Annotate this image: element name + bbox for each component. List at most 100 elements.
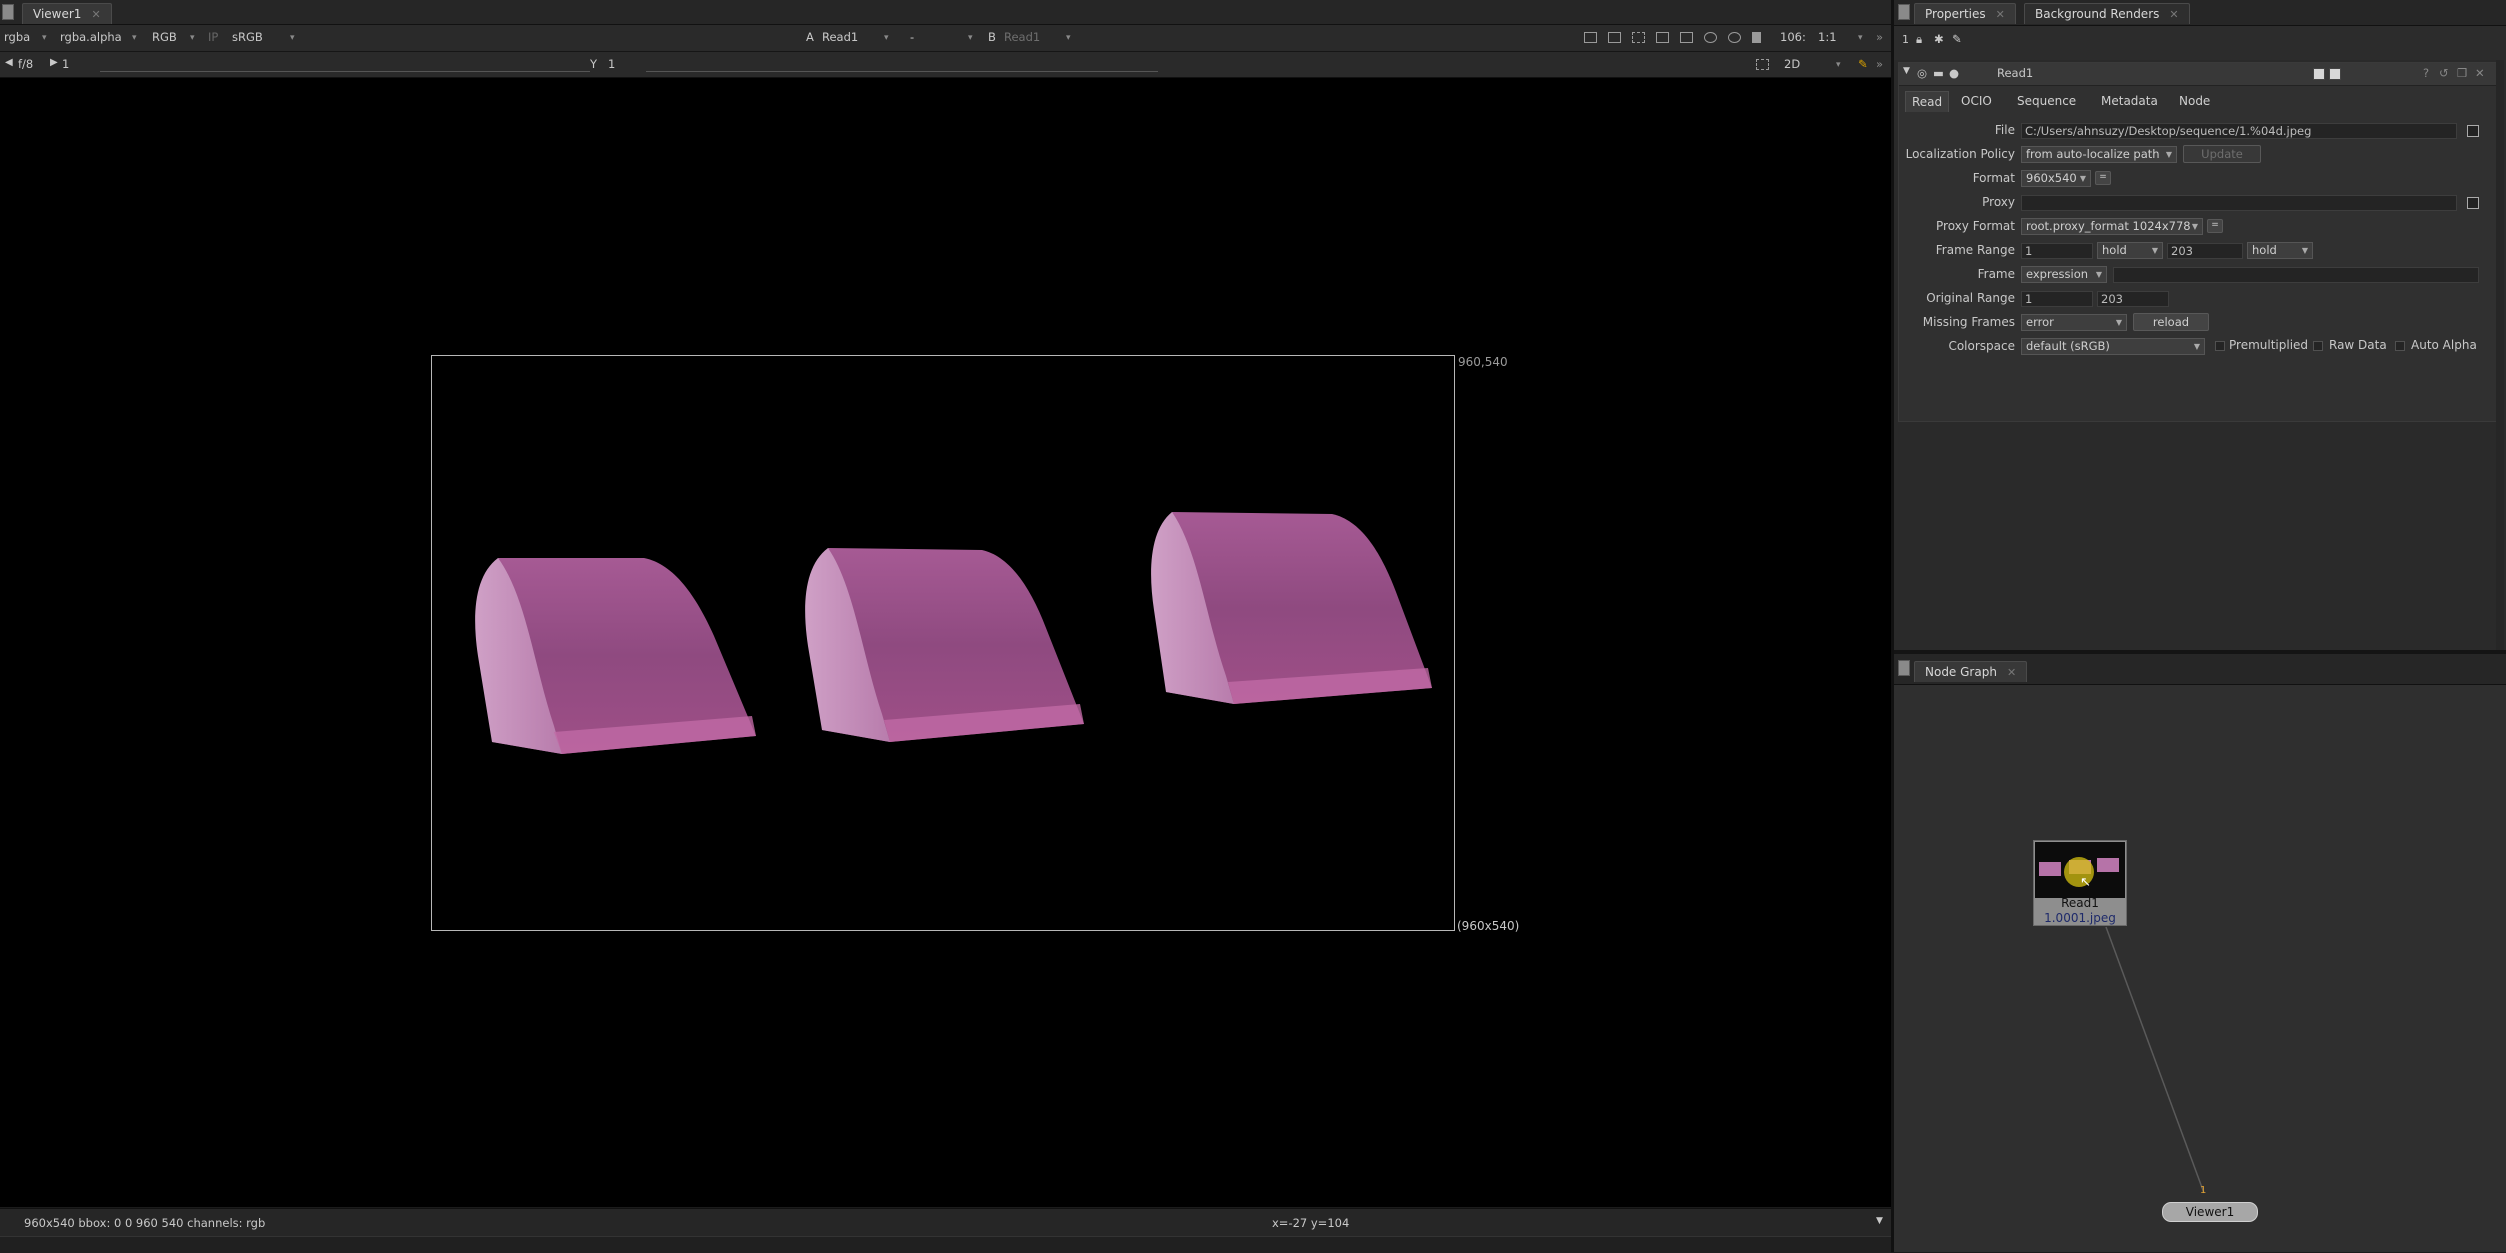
properties-scrollbar[interactable] <box>2496 60 2504 650</box>
update-button[interactable]: Update <box>2183 145 2261 163</box>
zoom-level[interactable]: 106: <box>1780 30 1806 44</box>
window-icon[interactable] <box>2329 68 2341 80</box>
panel-menu-icon[interactable] <box>1898 660 1910 676</box>
channels-select[interactable]: rgba <box>4 30 30 44</box>
proxy-format-select[interactable]: root.proxy_format 1024x778 ▼ <box>2021 218 2203 235</box>
lock-icon[interactable]: 🔒︎ <box>1916 32 1922 47</box>
alpha-channel-select[interactable]: rgba.alpha <box>60 30 122 44</box>
tab-background-renders[interactable]: Background Renders ✕ <box>2024 3 2190 24</box>
chevron-down-icon: ▼ <box>2193 342 2200 351</box>
play-forward-icon[interactable]: ▶ <box>50 57 58 68</box>
expand-icon[interactable]: » <box>1876 57 1883 71</box>
gamma-value[interactable]: 1 <box>608 57 615 71</box>
frame-range-end-field[interactable]: 203 <box>2167 243 2243 259</box>
read1-node[interactable]: Read1 1.0001.jpeg ↖ <box>2033 840 2127 926</box>
panel-menu-icon[interactable] <box>1898 4 1910 20</box>
tab-sequence[interactable]: Sequence <box>2011 91 2082 111</box>
missing-frames-select[interactable]: error ▼ <box>2021 314 2127 331</box>
proxy-format-edit-button[interactable]: = <box>2207 219 2223 233</box>
display-channels-select[interactable]: RGB <box>152 30 177 44</box>
viewer1-node[interactable]: Viewer1 <box>2162 1202 2258 1222</box>
localization-policy-value: from auto-localize path <box>2026 147 2160 161</box>
tab-node-graph[interactable]: Node Graph ✕ <box>1914 661 2028 682</box>
colorspace-select[interactable]: sRGB <box>232 30 263 44</box>
safe-area-icon[interactable] <box>1608 32 1621 43</box>
before-select[interactable]: hold ▼ <box>2097 242 2163 259</box>
frame-mode-value: expression <box>2026 267 2089 281</box>
close-icon[interactable]: ✕ <box>1996 8 2005 21</box>
folder-icon[interactable] <box>2467 125 2479 137</box>
refresh-icon[interactable] <box>1704 32 1717 43</box>
tab-metadata[interactable]: Metadata <box>2095 91 2164 111</box>
frame-mode-select[interactable]: expression ▼ <box>2021 266 2107 283</box>
proxy-format-value: root.proxy_format 1024x778 <box>2026 219 2191 233</box>
close-icon[interactable]: ✕ <box>2169 8 2178 21</box>
expand-icon[interactable]: » <box>1876 30 1883 44</box>
premultiplied-checkbox[interactable] <box>2215 341 2225 351</box>
tab-ocio[interactable]: OCIO <box>1955 91 1998 111</box>
pencil-icon[interactable]: ✎ <box>1952 32 1962 46</box>
premultiplied-label: Premultiplied <box>2229 338 2309 352</box>
help-icon[interactable]: ? <box>2423 66 2429 80</box>
tab-properties-label: Properties <box>1925 7 1986 21</box>
viewer-status-bar: 960x540 bbox: 0 0 960 540 channels: rgb … <box>0 1208 1891 1237</box>
close-icon[interactable]: ✕ <box>2475 66 2485 80</box>
gamma-slider[interactable] <box>646 59 1158 72</box>
read1-properties: ▼ ◎ ▬ ● Read1 ? ↺ ❐ ✕ Read OCIO Sequence… <box>1898 62 2498 422</box>
frame-expression-field[interactable] <box>2113 267 2479 283</box>
original-range-start-field[interactable]: 1 <box>2021 291 2093 307</box>
target-icon[interactable] <box>1728 32 1741 43</box>
after-select[interactable]: hold ▼ <box>2247 242 2313 259</box>
gain-slider[interactable] <box>100 59 590 72</box>
a-input-select[interactable]: Read1 <box>822 30 858 44</box>
pencil-icon[interactable]: ✎ <box>1858 57 1868 71</box>
ip-toggle[interactable]: IP <box>208 30 218 44</box>
format-edit-button[interactable]: = <box>2095 171 2111 185</box>
view-node-icon[interactable]: ◎ <box>1917 66 1927 80</box>
proxy-scale-select[interactable]: 1:1 <box>1818 30 1837 44</box>
color-icon[interactable]: ● <box>1949 66 1959 80</box>
chevron-down-icon[interactable]: ▼ <box>1876 1216 1883 1226</box>
localization-policy-select[interactable]: from auto-localize path ▼ <box>2021 146 2177 163</box>
clipping-icon[interactable] <box>1656 32 1669 43</box>
raw-data-checkbox[interactable] <box>2313 341 2323 351</box>
clear-panels-icon[interactable]: ✱ <box>1934 32 1944 46</box>
raw-data-label: Raw Data <box>2329 338 2387 352</box>
ab-operation-select[interactable]: - <box>910 30 914 44</box>
close-icon[interactable]: ✕ <box>91 8 100 21</box>
pause-icon[interactable] <box>1752 32 1761 43</box>
gain-value[interactable]: 1 <box>62 57 69 71</box>
window-icon[interactable] <box>2313 68 2325 80</box>
tab-read[interactable]: Read <box>1905 91 1950 112</box>
tab-properties[interactable]: Properties ✕ <box>1914 3 2016 24</box>
original-range-end-field[interactable]: 203 <box>2097 291 2169 307</box>
panel-menu-icon[interactable] <box>2 4 14 20</box>
tab-node[interactable]: Node <box>2173 91 2216 111</box>
auto-alpha-checkbox[interactable] <box>2395 341 2405 351</box>
roi-icon[interactable] <box>1584 32 1597 43</box>
play-back-icon[interactable]: ◀ <box>5 57 13 68</box>
tab-viewer1[interactable]: Viewer1 ✕ <box>22 3 112 24</box>
b-input-select[interactable]: Read1 <box>1004 30 1040 44</box>
file-field[interactable]: C:/Users/ahnsuzy/Desktop/sequence/1.%04d… <box>2021 123 2457 139</box>
missing-frames-value: error <box>2026 315 2054 329</box>
proxy-field[interactable] <box>2021 195 2457 211</box>
folder-icon[interactable] <box>2467 197 2479 209</box>
collapse-icon[interactable]: ▼ <box>1903 66 1910 76</box>
lines-icon[interactable] <box>1680 32 1693 43</box>
colorspace-select[interactable]: default (sRGB) ▼ <box>2021 338 2205 355</box>
input-icon[interactable]: ▬ <box>1933 66 1944 80</box>
frame-range-start-field[interactable]: 1 <box>2021 243 2093 259</box>
node-name-field[interactable]: Read1 <box>1997 66 2033 80</box>
max-panels-field[interactable]: 1 <box>1902 33 1909 46</box>
node-graph-canvas[interactable]: 1 <box>1894 685 2506 1252</box>
reload-button[interactable]: reload <box>2133 313 2209 331</box>
format-select[interactable]: 960x540 ▼ <box>2021 170 2091 187</box>
crop-icon[interactable] <box>1756 59 1769 70</box>
timeline-bar[interactable] <box>0 1236 1891 1253</box>
zebra-icon[interactable] <box>1632 32 1645 43</box>
float-icon[interactable]: ❐ <box>2457 66 2467 80</box>
revert-icon[interactable]: ↺ <box>2439 66 2449 80</box>
view-mode-select[interactable]: 2D <box>1784 57 1800 71</box>
close-icon[interactable]: ✕ <box>2007 666 2016 679</box>
